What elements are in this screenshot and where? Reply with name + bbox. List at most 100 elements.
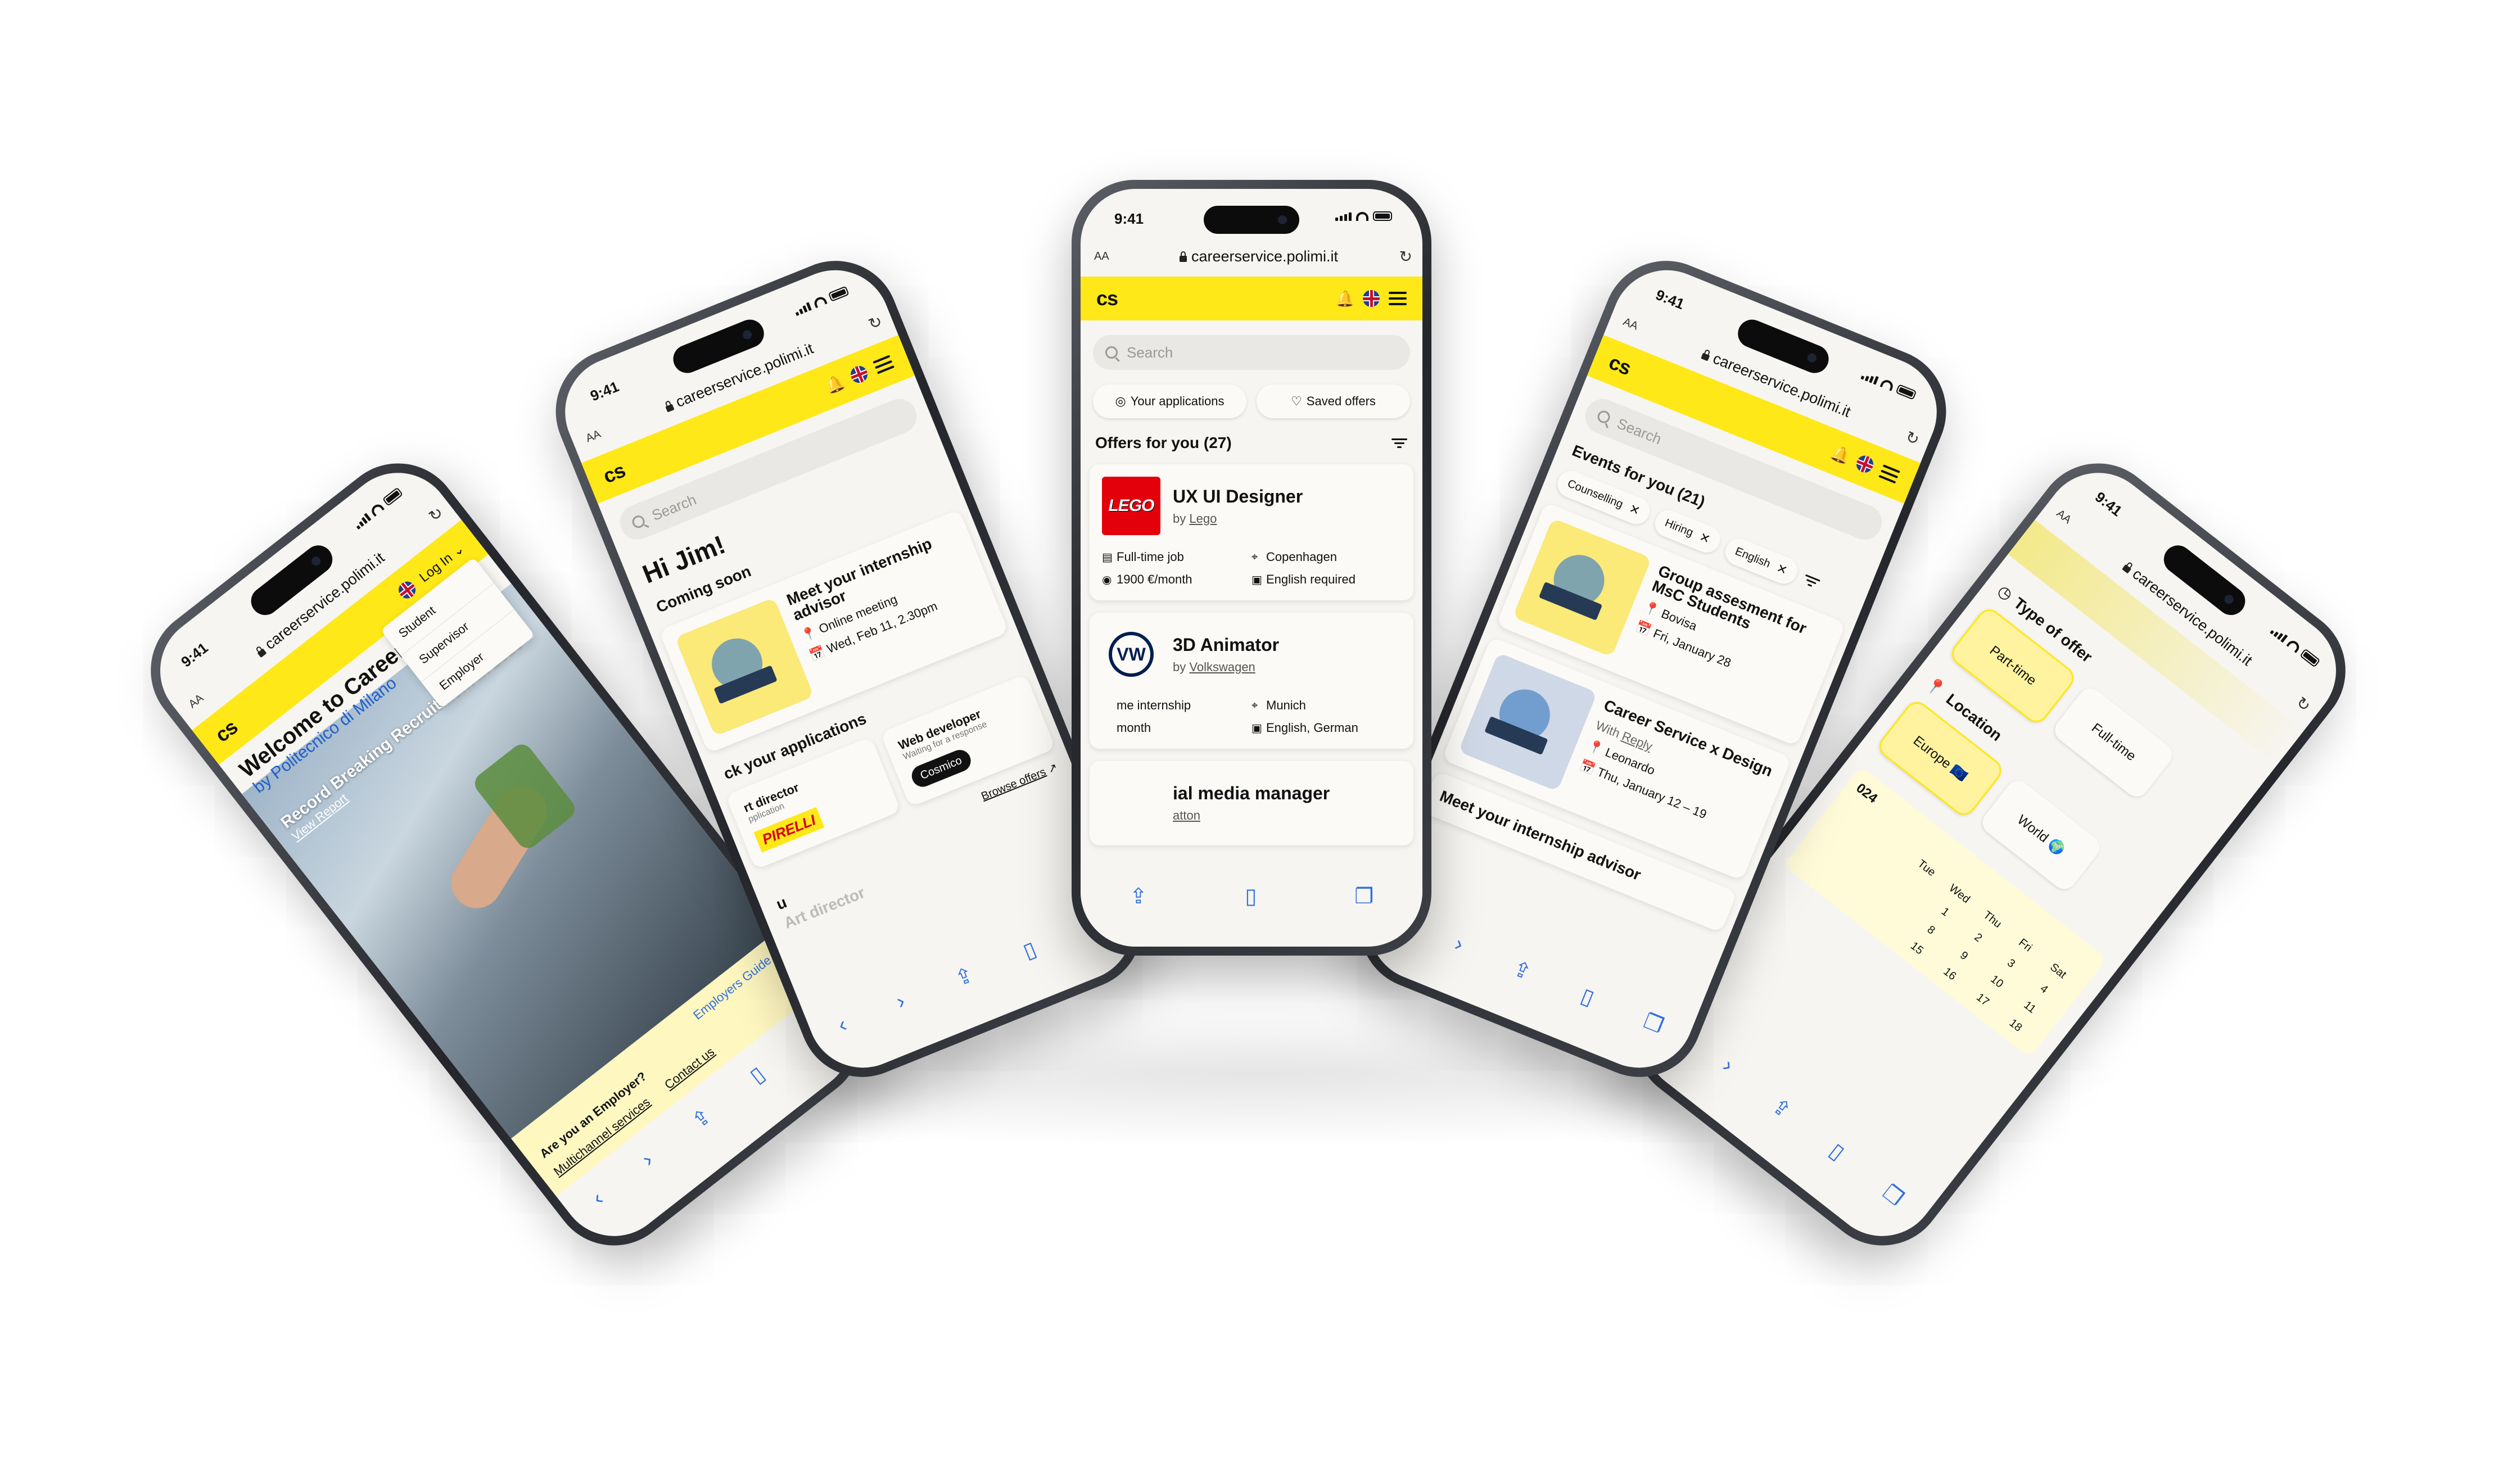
- your-applications-button[interactable]: ◎ Your applications: [1093, 384, 1246, 418]
- clock: 9:41: [588, 378, 622, 405]
- offer-pay: ◉ 1900 €/month: [1102, 572, 1192, 586]
- wifi-icon: [369, 502, 385, 517]
- offer-type: me internship: [1117, 698, 1191, 712]
- company-logo: [1102, 773, 1160, 832]
- battery-icon: [1895, 384, 1917, 400]
- event-illustration: [1512, 518, 1652, 657]
- uk-flag-icon[interactable]: [1854, 453, 1876, 476]
- search-icon: [630, 513, 647, 530]
- offers-heading: Offers for you (27): [1095, 434, 1232, 451]
- share-icon[interactable]: ⇪: [951, 962, 977, 992]
- offer-language: ▣ English, German: [1251, 721, 1358, 735]
- bookmarks-icon[interactable]: ▯: [745, 1061, 770, 1088]
- heart-icon: ♡: [1291, 394, 1302, 408]
- address-bar[interactable]: AA careerservice.polimi.it ↻: [1091, 239, 1412, 273]
- tabs-icon[interactable]: ❐: [1640, 1008, 1667, 1039]
- forward-icon[interactable]: ›: [638, 1148, 658, 1172]
- offer-card[interactable]: LEGO UX UI Designer by Lego ▤ Full-time j…: [1090, 464, 1413, 600]
- clock: 9:41: [1653, 286, 1687, 313]
- lock-icon: [2122, 564, 2132, 574]
- hamburger-menu-icon[interactable]: [873, 355, 894, 374]
- bookmarks-icon[interactable]: ▯: [1019, 936, 1040, 965]
- chat-icon: ▣: [1251, 573, 1262, 586]
- back-icon[interactable]: ‹: [588, 1187, 608, 1211]
- share-icon[interactable]: ⇪: [1129, 884, 1147, 909]
- forward-icon[interactable]: ›: [1451, 932, 1467, 957]
- hamburger-menu-icon[interactable]: [1389, 292, 1407, 305]
- offer-location: ⌖ Copenhagen: [1251, 550, 1338, 564]
- clock: 9:41: [178, 639, 211, 671]
- tabs-icon[interactable]: ❐: [1878, 1179, 1909, 1211]
- cellular-icon: [793, 302, 812, 316]
- cellular-icon: [2270, 626, 2288, 643]
- offer-meta: me internship ⌖ Munich month ▣ English, Ge…: [1102, 698, 1401, 735]
- wifi-icon: [2286, 638, 2302, 653]
- bookmarks-icon[interactable]: ▯: [1824, 1138, 1849, 1165]
- volkswagen-logo: VW: [1102, 625, 1160, 684]
- back-icon[interactable]: ‹: [835, 1013, 851, 1038]
- app-header: cs 🔔: [1081, 277, 1422, 320]
- offer-card[interactable]: ial media manager atton: [1090, 761, 1413, 845]
- search-icon: [1596, 409, 1612, 425]
- url-text: careerservice.polimi.it: [1191, 247, 1339, 265]
- lock-icon: [665, 404, 675, 413]
- wifi-icon: [1879, 378, 1895, 391]
- cs-logo[interactable]: cs: [1096, 287, 1335, 310]
- uk-flag-icon[interactable]: [1363, 290, 1380, 307]
- bookmarks-icon[interactable]: ▯: [1245, 884, 1257, 909]
- signal-icons: [1335, 211, 1392, 221]
- phone-offers: 9:41 AA careerservice.polimi.it ↻ cs 🔔 S…: [1072, 180, 1431, 956]
- screen: 9:41 AA careerservice.polimi.it ↻ cs 🔔 S…: [1081, 189, 1422, 947]
- uk-flag-icon[interactable]: [848, 363, 870, 386]
- lock-icon: [1179, 251, 1187, 262]
- forward-icon[interactable]: ›: [1718, 1054, 1738, 1078]
- tabs-icon[interactable]: ❐: [1354, 884, 1374, 909]
- share-icon[interactable]: ⇪: [687, 1103, 717, 1134]
- close-icon: ✕: [1627, 501, 1642, 518]
- hamburger-menu-icon[interactable]: [1878, 464, 1900, 484]
- pin-icon: ⌖: [1251, 699, 1258, 712]
- offer-role: ial media manager: [1173, 782, 1330, 803]
- offer-card[interactable]: VW 3D Animator by Volkswagen me internsh…: [1090, 613, 1413, 749]
- battery-icon: [828, 286, 850, 302]
- offer-meta: ▤ Full-time job ⌖ Copenhagen ◉ 1900 €/month…: [1102, 550, 1401, 587]
- lego-logo: LEGO: [1102, 477, 1160, 535]
- wifi-icon: [1356, 212, 1368, 221]
- offers-heading-row: Offers for you (27): [1095, 434, 1408, 452]
- reader-toggle[interactable]: AA: [1618, 314, 1657, 340]
- mockup-stage: 9:41 AA careerservice.polimi.it ↻ cs Log…: [0, 0, 2503, 1484]
- offer-location: ⌖ Munich: [1251, 698, 1306, 712]
- reader-toggle[interactable]: AA: [581, 420, 620, 446]
- document-icon: ▤: [1102, 551, 1113, 564]
- offer-pay: month: [1117, 721, 1151, 735]
- saved-offers-button[interactable]: ♡ Saved offers: [1257, 384, 1410, 418]
- offer-company: by Volkswagen: [1173, 659, 1255, 674]
- offer-language: ▣ English required: [1251, 572, 1356, 586]
- reader-toggle[interactable]: AA: [2052, 505, 2089, 538]
- filter-icon[interactable]: [1801, 574, 1820, 589]
- share-icon[interactable]: ⇪: [1766, 1093, 1796, 1124]
- close-icon: ✕: [1774, 560, 1790, 578]
- forward-icon[interactable]: ›: [893, 989, 909, 1015]
- cellular-icon: [1335, 212, 1352, 221]
- cellular-icon: [1860, 371, 1879, 385]
- signal-icons: [1860, 370, 1917, 400]
- advisor-illustration: [675, 597, 814, 737]
- share-icon[interactable]: ⇪: [1509, 956, 1535, 986]
- coin-icon: ◉: [1102, 573, 1112, 586]
- bell-icon[interactable]: 🔔: [1335, 289, 1355, 308]
- reader-toggle[interactable]: AA: [183, 680, 220, 713]
- check-circle-icon: ◎: [1115, 394, 1126, 408]
- reader-toggle[interactable]: AA: [1091, 250, 1128, 263]
- event-illustration: [1458, 652, 1598, 792]
- clock: 9:41: [1114, 210, 1144, 227]
- bookmarks-icon[interactable]: ▯: [1578, 983, 1598, 1011]
- battery-icon: [382, 487, 404, 506]
- search-input[interactable]: Search: [1093, 335, 1410, 370]
- lock-icon: [257, 648, 267, 658]
- close-icon: ✕: [1697, 530, 1713, 547]
- filter-icon[interactable]: [1391, 438, 1408, 448]
- signal-icons: [2270, 625, 2321, 668]
- dynamic-island: [1204, 206, 1299, 234]
- reload-icon[interactable]: ↻: [1390, 247, 1412, 266]
